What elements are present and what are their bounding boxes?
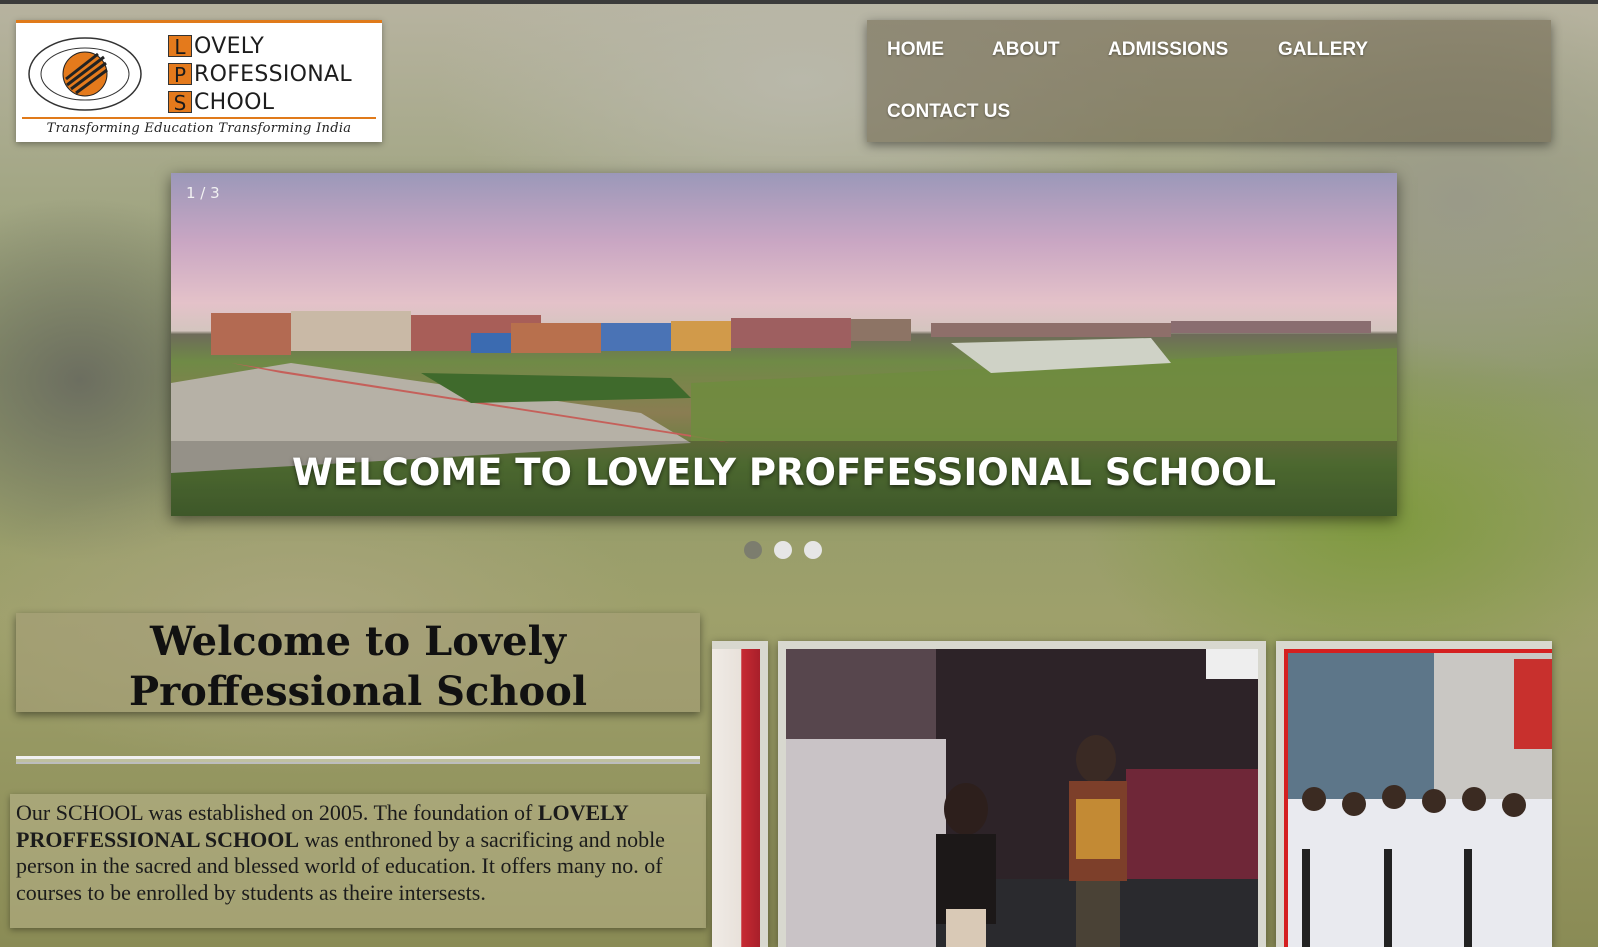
nav-gallery[interactable]: GALLERY <box>1278 39 1368 61</box>
wordmark-letter: L <box>168 35 192 58</box>
nav-home[interactable]: HOME <box>887 39 944 61</box>
wordmark-text: OVELY <box>194 33 265 59</box>
main-nav: HOME ABOUT ADMISSIONS GALLERY CONTACT US <box>867 20 1551 142</box>
slider-dots <box>744 541 822 559</box>
nav-admissions[interactable]: ADMISSIONS <box>1108 39 1228 61</box>
school-seal-icon <box>28 37 142 111</box>
wordmark-text: ROFESSIONAL <box>194 61 352 87</box>
school-logo[interactable]: L OVELY P ROFESSIONAL S CHOOL Transforming … <box>16 20 382 142</box>
slide-caption: WELCOME TO LOVELY PROFFESSIONAL SCHOOL <box>292 451 1276 494</box>
slider-dot-2[interactable] <box>774 541 792 559</box>
top-strip <box>0 0 1598 4</box>
section-divider <box>16 756 700 764</box>
nav-about[interactable]: ABOUT <box>992 39 1060 61</box>
school-wordmark: L OVELY P ROFESSIONAL S CHOOL <box>168 32 352 116</box>
slider-dot-3[interactable] <box>804 541 822 559</box>
gallery-image[interactable] <box>1276 641 1552 947</box>
hero-slider[interactable]: 1 / 3 WELCOME TO LOVELY PROFFESSIONAL SC… <box>171 173 1397 516</box>
wordmark-text: CHOOL <box>194 89 275 115</box>
wordmark-letter: S <box>168 91 192 114</box>
about-paragraph: Our SCHOOL was established on 2005. The … <box>10 794 706 928</box>
logo-tagline: Transforming Education Transforming Indi… <box>46 121 352 136</box>
slide-counter: 1 / 3 <box>186 184 220 202</box>
wordmark-letter: P <box>168 63 192 86</box>
nav-contact-us[interactable]: CONTACT US <box>887 101 1010 123</box>
about-text: Our SCHOOL was established on 2005. The … <box>16 800 538 825</box>
gallery-image[interactable] <box>778 641 1266 947</box>
welcome-panel: Welcome to Lovely Proffessional School <box>16 613 700 715</box>
gallery-image[interactable] <box>712 641 768 947</box>
stage-performance-image <box>786 649 1258 947</box>
gallery-red-frame <box>1284 649 1552 947</box>
logo-rule <box>22 117 376 119</box>
welcome-heading: Welcome to Lovely Proffessional School <box>128 618 588 715</box>
slider-dot-1[interactable] <box>744 541 762 559</box>
